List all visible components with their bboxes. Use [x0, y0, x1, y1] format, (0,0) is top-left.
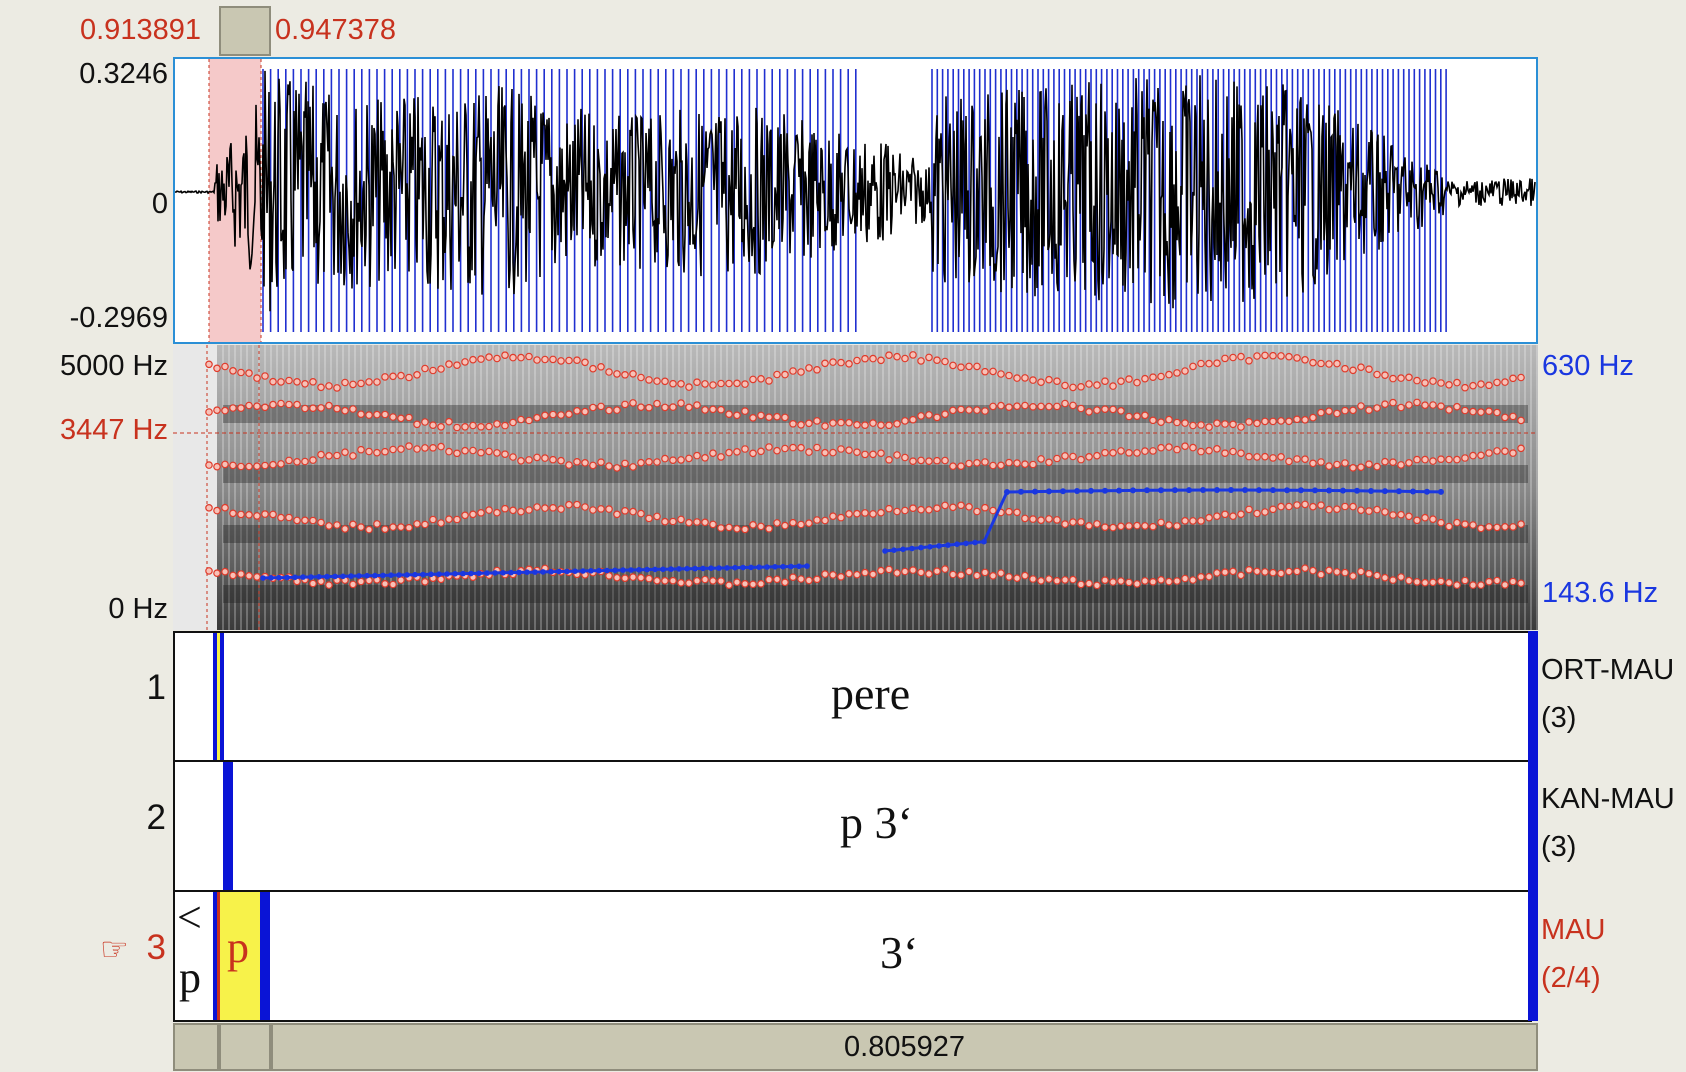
tier-1-interval-text[interactable]: pere: [831, 667, 910, 720]
tier-3-number: 3: [146, 928, 166, 967]
selection-start-time: 0.913891: [80, 14, 201, 46]
tier-2-number: 2: [146, 798, 166, 837]
pitch-min-label: 143.6 Hz: [1542, 577, 1659, 609]
tier-3-boundary[interactable]: [260, 892, 270, 1020]
end-boundary[interactable]: [1528, 631, 1538, 1021]
tier-1-name: ORT-MAU: [1541, 654, 1675, 686]
waveform-ymin-label: -0.2969: [69, 302, 168, 334]
tier-2-kan-mau[interactable]: p 3‘: [173, 760, 1532, 890]
selection-end-time: 0.947378: [275, 14, 396, 46]
spectrogram-fmax-label: 5000 Hz: [59, 350, 168, 382]
tier-1-count: (3): [1541, 702, 1577, 734]
visible-duration-button[interactable]: 0.805927: [271, 1023, 1538, 1071]
pitch-max-label: 630 Hz: [1542, 350, 1634, 382]
tier-2-interval-text[interactable]: p 3‘: [840, 796, 913, 849]
selected-tier-pointer-icon: ☞: [100, 931, 129, 967]
waveform-svg: [175, 59, 1536, 342]
spectrogram-svg: [173, 345, 1538, 630]
tier-1-number: 1: [146, 668, 166, 707]
waveform-ymax-label: 0.3246: [79, 58, 168, 90]
tier-1-ort-mau[interactable]: pere: [173, 631, 1532, 761]
waveform-zero-label: 0: [151, 188, 168, 220]
tier-2-name: KAN-MAU: [1541, 783, 1675, 815]
tier-3-selected-interval-text[interactable]: p: [227, 922, 249, 973]
bottom-selection-button[interactable]: [219, 1023, 271, 1071]
tier-1-boundary[interactable]: [220, 633, 224, 761]
selection-top-button[interactable]: [219, 6, 271, 56]
tier-3-left-text-top[interactable]: <: [177, 892, 202, 943]
spectrogram-fmin-label: 0 Hz: [108, 593, 168, 625]
tier-3-name: MAU: [1541, 914, 1606, 946]
waveform-panel[interactable]: [173, 57, 1538, 344]
tier-2-boundary[interactable]: [223, 762, 233, 890]
bottom-left-segment-button[interactable]: [173, 1023, 219, 1071]
tier-3-interval-text[interactable]: 3‘: [880, 926, 918, 979]
spectrogram-panel[interactable]: [173, 345, 1538, 630]
tier-3-mau[interactable]: < p p 3‘: [173, 890, 1532, 1022]
tier-3-count: (2/4): [1541, 962, 1601, 994]
spectrogram-cursor-freq-label: 3447 Hz: [59, 414, 168, 446]
tier-2-count: (3): [1541, 831, 1577, 863]
tier-3-left-text-bottom[interactable]: p: [179, 952, 201, 1003]
